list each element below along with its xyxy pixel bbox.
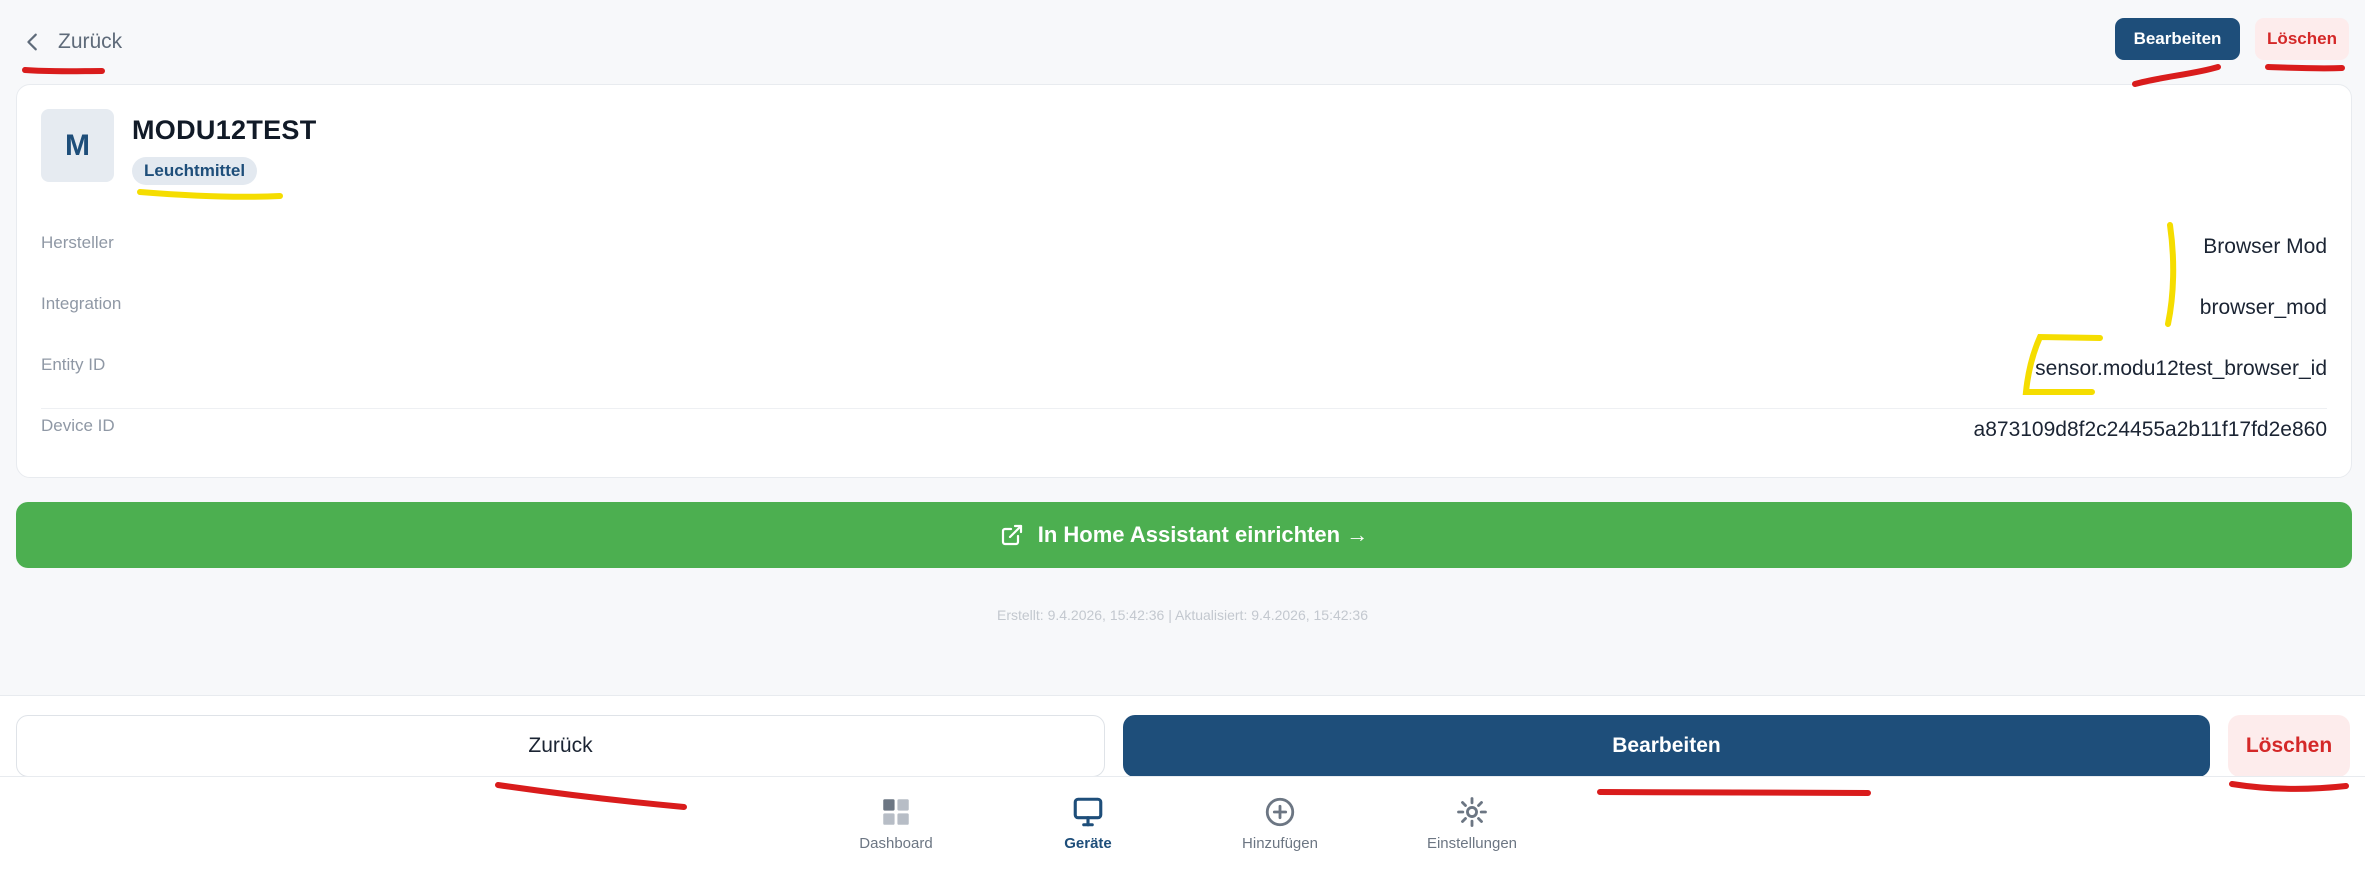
detail-row-integration: Integration browser_mod: [41, 286, 2327, 348]
red-underline-mark: [22, 67, 105, 75]
detail-label: Integration: [41, 294, 122, 313]
setup-button-label: In Home Assistant einrichten →: [1037, 522, 1369, 547]
nav-item-dashboard[interactable]: Dashboard: [816, 795, 976, 852]
nav-label: Dashboard: [859, 835, 933, 852]
red-underline-mark: [2265, 64, 2345, 72]
detail-value: browser_mod: [2199, 296, 2327, 319]
detail-value: Browser Mod: [2203, 235, 2327, 258]
nav-item-devices[interactable]: Geräte: [1008, 795, 1168, 852]
detail-value: sensor.modu12test_browser_id: [2035, 357, 2327, 380]
back-button-bottom[interactable]: Zurück: [16, 715, 1105, 777]
detail-value: a873109d8f2c24455a2b11f17fd2e860: [1973, 418, 2327, 441]
detail-row-device-id: Device ID a873109d8f2c24455a2b11f17fd2e8…: [41, 408, 2327, 470]
monitor-icon: [1073, 797, 1103, 827]
detail-label: Device ID: [41, 416, 115, 435]
detail-row-manufacturer: Hersteller Browser Mod: [41, 225, 2327, 287]
delete-button-bottom[interactable]: Löschen: [2228, 715, 2350, 777]
device-avatar: M: [41, 109, 114, 182]
device-card: M MODU12TEST Leuchtmittel Hersteller Bro…: [16, 84, 2352, 478]
nav-label: Hinzufügen: [1242, 835, 1318, 852]
detail-label: Entity ID: [41, 355, 106, 374]
device-name: MODU12TEST: [132, 115, 317, 145]
plus-circle-icon: [1265, 797, 1295, 827]
gear-icon: [1457, 797, 1487, 827]
nav-item-settings[interactable]: Einstellungen: [1392, 795, 1552, 852]
delete-button-top[interactable]: Löschen: [2255, 18, 2349, 60]
external-link-icon: [1001, 524, 1022, 546]
edit-button-bottom[interactable]: Bearbeiten: [1123, 715, 2210, 777]
back-link[interactable]: Zurück: [22, 24, 122, 60]
bottom-action-bar: Zurück Bearbeiten Löschen: [0, 695, 2365, 777]
back-link-label: Zurück: [58, 30, 123, 53]
detail-label: Hersteller: [41, 233, 114, 252]
nav-item-add[interactable]: Hinzufügen: [1200, 795, 1360, 852]
timestamps-text: Erstellt: 9.4.2026, 15:42:36 | Aktualisi…: [997, 607, 1368, 623]
detail-row-entity-id: Entity ID sensor.modu12test_browser_id: [41, 347, 2327, 409]
edit-button-top[interactable]: Bearbeiten: [2115, 18, 2240, 60]
chevron-left-icon: [27, 33, 37, 51]
category-badge: Leuchtmittel: [132, 157, 258, 185]
red-underline-mark: [2132, 64, 2221, 87]
nav-label: Einstellungen: [1426, 835, 1518, 852]
dashboard-grid-icon: [883, 799, 909, 825]
nav-label: Geräte: [1064, 835, 1112, 852]
home-assistant-setup-button[interactable]: In Home Assistant einrichten →: [16, 502, 2352, 568]
bottom-nav: Dashboard Geräte Hinzufügen Einstellunge…: [0, 776, 2365, 880]
